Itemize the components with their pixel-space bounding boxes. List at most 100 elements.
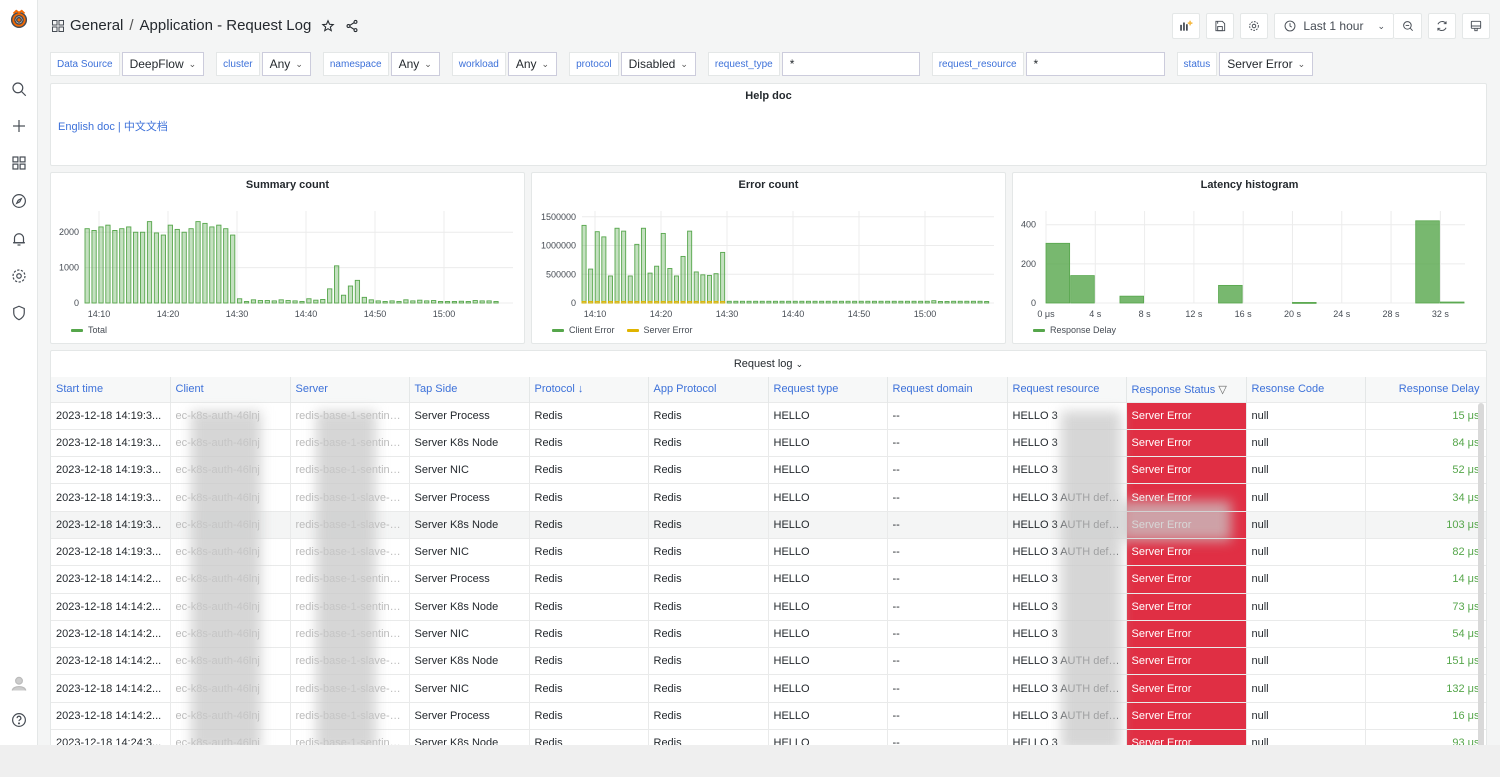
gear-icon[interactable] xyxy=(9,266,29,286)
save-dashboard-button[interactable] xyxy=(1206,13,1235,39)
filter-icon[interactable]: ▽ xyxy=(1215,384,1226,396)
table-row[interactable]: 2023-12-18 14:19:3... ec-k8s-auth-46lnj re… xyxy=(51,456,1486,484)
column-header[interactable]: Start time xyxy=(51,377,171,402)
column-header[interactable]: Resonse Code xyxy=(1246,377,1366,402)
help-icon[interactable] xyxy=(9,710,29,730)
legend-item[interactable]: Server Error xyxy=(626,325,693,335)
panel-title[interactable]: Request log ⌄ xyxy=(51,358,1486,370)
table-row[interactable]: 2023-12-18 14:14:2... ec-k8s-auth-46lnj re… xyxy=(51,619,1486,648)
bar xyxy=(911,300,917,304)
table-row[interactable]: 2023-12-18 14:14:2... ec-k8s-auth-46lnj re… xyxy=(51,592,1486,621)
bar xyxy=(195,221,201,304)
status-select[interactable]: Server Error ⌄ xyxy=(1219,52,1314,76)
dashboard-title[interactable]: Application - Request Log xyxy=(140,17,312,34)
table-cell: Redis xyxy=(529,401,649,430)
latency-histogram-chart: 0 200 400 0 μs 4 s 8 s 12 s 16 s 20 s 24 s 28 s 32 … xyxy=(1021,211,1465,319)
table-row[interactable]: 2023-12-18 14:19:3... ec-k8s-auth-46lnj re… xyxy=(51,510,1486,539)
column-header[interactable]: Protocol ↓ xyxy=(529,377,649,402)
bar xyxy=(706,274,712,304)
table-cell: -- xyxy=(887,592,1008,621)
legend-item[interactable]: Total xyxy=(71,325,107,335)
bar xyxy=(621,301,627,304)
bar xyxy=(753,300,759,304)
table-cell: 16 μs xyxy=(1365,701,1486,730)
dashboard-settings-button[interactable] xyxy=(1240,13,1269,39)
table-cell: HELLO xyxy=(768,619,888,648)
x-tick-label: 14:30 xyxy=(226,309,249,319)
request-type-input[interactable]: * xyxy=(781,52,920,76)
bar xyxy=(766,300,772,304)
user-avatar-icon[interactable] xyxy=(9,673,29,693)
legend-label: Client Error xyxy=(569,325,615,335)
legend-item[interactable]: Client Error xyxy=(552,325,615,335)
column-header[interactable]: Request resource xyxy=(1007,377,1127,402)
table-cell: 2023-12-18 14:19:3... xyxy=(51,401,171,430)
request-resource-input[interactable]: * xyxy=(1025,52,1165,76)
bar xyxy=(786,300,792,304)
panel-title: Help doc xyxy=(745,90,792,102)
bar xyxy=(951,300,957,304)
shield-icon[interactable] xyxy=(9,303,29,323)
table-row[interactable]: 2023-12-18 14:14:2... ec-k8s-auth-46lnj re… xyxy=(51,647,1486,675)
column-header[interactable]: App Protocol xyxy=(648,377,769,402)
star-icon[interactable] xyxy=(321,18,335,33)
bar xyxy=(799,300,805,304)
column-header[interactable]: Server xyxy=(290,377,410,402)
chevron-down-icon: ⌄ xyxy=(188,58,197,69)
bar xyxy=(431,300,437,304)
search-icon[interactable] xyxy=(9,79,29,99)
table-row[interactable]: 2023-12-18 14:14:2... ec-k8s-auth-46lnj re… xyxy=(51,674,1486,703)
datasource-select[interactable]: DeepFlow ⌄ xyxy=(121,52,205,76)
tv-mode-button[interactable] xyxy=(1462,13,1490,39)
column-header[interactable]: Tap Side xyxy=(409,377,530,402)
bar xyxy=(306,298,312,304)
chinese-doc-link[interactable]: 中文文档 xyxy=(124,121,168,133)
plus-icon[interactable] xyxy=(9,116,29,136)
add-panel-button[interactable] xyxy=(1172,13,1201,39)
table-row[interactable]: 2023-12-18 14:19:3... ec-k8s-auth-46lnj re… xyxy=(51,401,1486,430)
table-row[interactable]: 2023-12-18 14:14:2... ec-k8s-auth-46lnj re… xyxy=(51,565,1486,594)
legend-item[interactable]: Response Delay xyxy=(1033,325,1116,335)
column-header[interactable]: Request type xyxy=(768,377,888,402)
table-cell: 2023-12-18 14:14:2... xyxy=(51,674,171,703)
table-row[interactable]: 2023-12-18 14:19:3... ec-k8s-auth-46lnj re… xyxy=(51,483,1486,512)
cluster-select[interactable]: Any ⌄ xyxy=(261,52,311,76)
breadcrumb-folder[interactable]: General xyxy=(70,17,123,34)
table-cell: null xyxy=(1246,510,1366,539)
column-header[interactable]: Response Status ▽ xyxy=(1126,377,1247,402)
table-row[interactable]: 2023-12-18 14:19:3... ec-k8s-auth-46lnj re… xyxy=(51,537,1486,566)
dashboards-icon[interactable] xyxy=(9,153,29,173)
table-row[interactable]: 2023-12-18 14:14:2... ec-k8s-auth-46lnj re… xyxy=(51,701,1486,730)
x-tick-label: 4 s xyxy=(1089,309,1102,319)
table-scrollbar[interactable] xyxy=(1478,403,1484,749)
table-cell: HELLO 3 xyxy=(1007,428,1127,457)
request-log-table: Start time Client Server Tap Side Protocol ↓… xyxy=(51,377,1486,749)
time-range-picker[interactable]: Last 1 hour ⌄ xyxy=(1274,13,1394,39)
column-header[interactable]: Client xyxy=(170,377,291,402)
histogram-bar xyxy=(1119,295,1144,304)
column-header[interactable]: Response Delay xyxy=(1365,377,1486,402)
table-cell: 103 μs xyxy=(1365,510,1486,539)
namespace-select[interactable]: Any ⌄ xyxy=(390,52,440,76)
table-cell: -- xyxy=(887,565,1008,594)
zoom-out-button[interactable] xyxy=(1394,13,1422,39)
time-range-label: Last 1 hour xyxy=(1303,19,1364,33)
protocol-select[interactable]: Disabled ⌄ xyxy=(620,52,696,76)
bell-icon[interactable] xyxy=(9,229,29,249)
workload-select[interactable]: Any ⌄ xyxy=(507,52,558,76)
bar xyxy=(139,231,146,304)
table-cell: null xyxy=(1246,401,1366,430)
english-doc-link[interactable]: English doc xyxy=(58,121,115,133)
share-icon[interactable] xyxy=(345,19,359,33)
bar xyxy=(673,301,679,304)
var-label-cluster: cluster xyxy=(216,52,260,76)
compass-icon[interactable] xyxy=(9,191,29,211)
refresh-button[interactable] xyxy=(1428,13,1456,39)
table-row[interactable]: 2023-12-18 14:19:3... ec-k8s-auth-46lnj re… xyxy=(51,428,1486,457)
bar xyxy=(292,300,298,304)
bar xyxy=(759,300,765,304)
table-cell: Server K8s Node xyxy=(409,592,530,621)
legend-label: Server Error xyxy=(643,325,693,335)
grafana-logo-icon[interactable] xyxy=(8,8,30,30)
column-header[interactable]: Request domain xyxy=(887,377,1008,402)
